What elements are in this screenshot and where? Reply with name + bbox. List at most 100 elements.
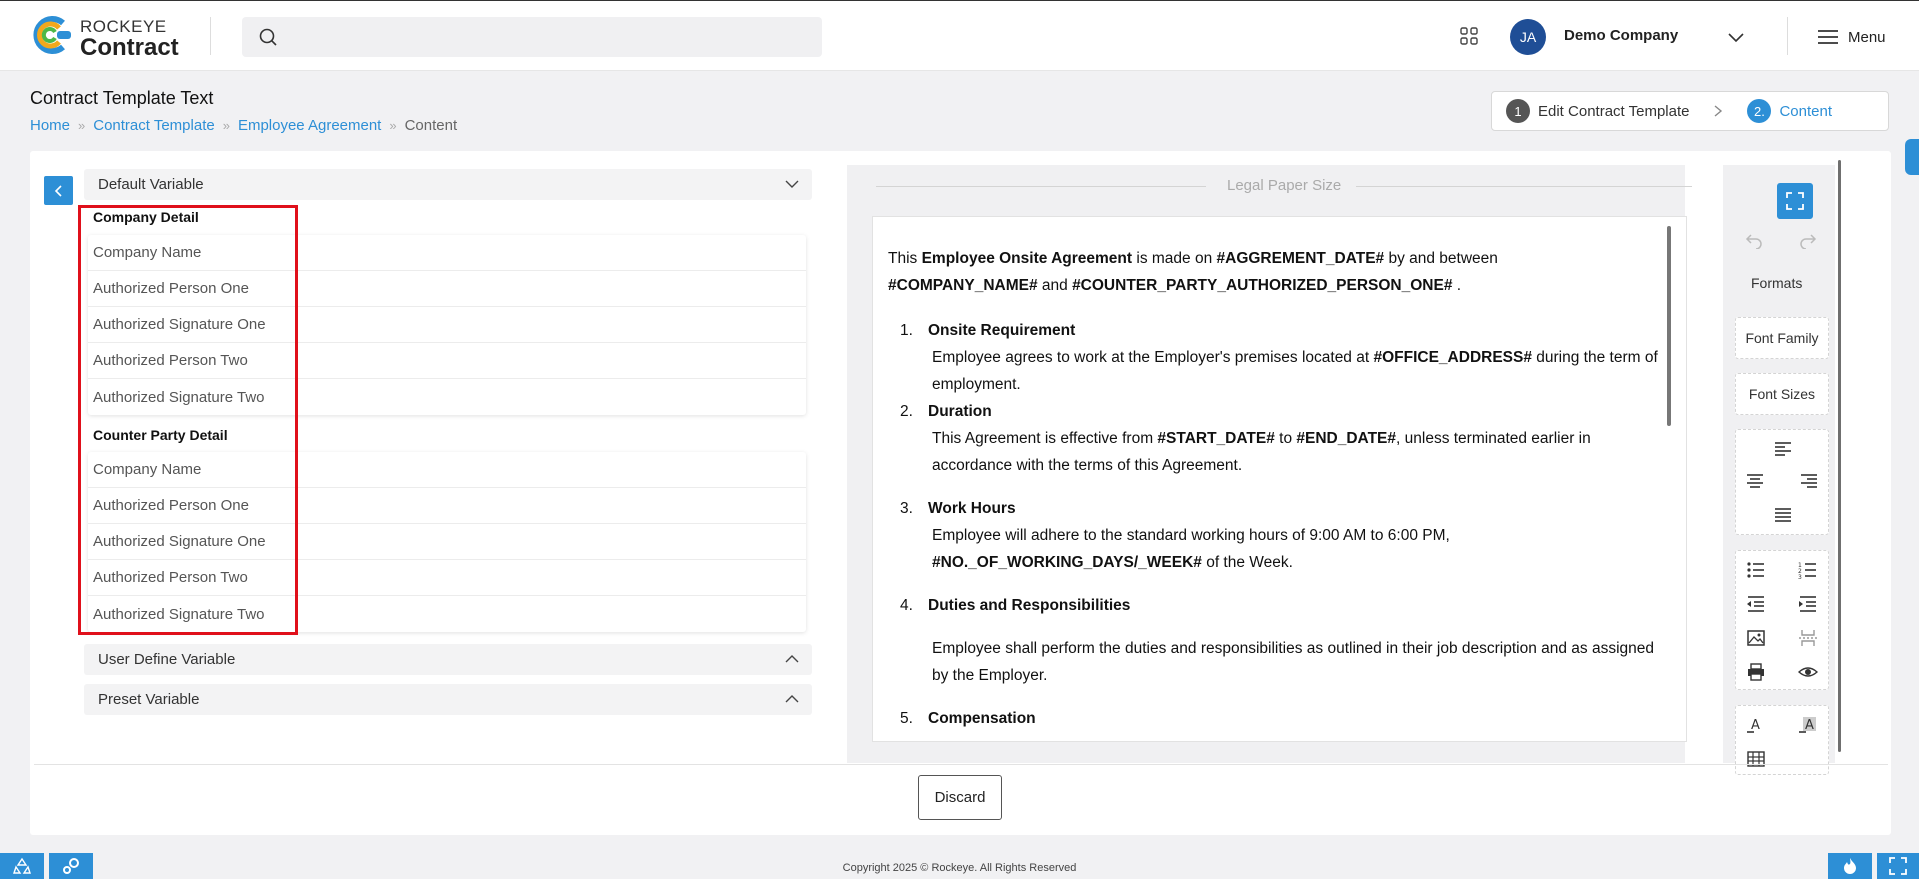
editor-scrollbar[interactable] bbox=[1667, 226, 1671, 426]
discard-button[interactable]: Discard bbox=[918, 775, 1002, 820]
menu-button[interactable]: Menu bbox=[1818, 25, 1886, 49]
align-right-icon[interactable] bbox=[1799, 472, 1819, 490]
clause-title: Onsite Requirement bbox=[928, 322, 1076, 339]
fullscreen-icon bbox=[1786, 192, 1804, 210]
step-content[interactable]: Content bbox=[1779, 103, 1832, 120]
numbered-list-icon[interactable]: 123 bbox=[1798, 561, 1818, 579]
clause-number: 4. bbox=[900, 597, 913, 614]
fullscreen-button[interactable] bbox=[1777, 183, 1813, 219]
align-justify-icon[interactable] bbox=[1773, 506, 1793, 524]
breadcrumb-separator: » bbox=[78, 118, 86, 133]
text: Employee will adhere to the standard wor… bbox=[932, 527, 1450, 544]
clause-body: Employee will adhere to the standard wor… bbox=[916, 522, 1668, 576]
placeholder-variable: #AGGREMENT_DATE# bbox=[1216, 250, 1385, 267]
recycle-icon bbox=[13, 857, 31, 874]
clause-title: Duties and Responsibilities bbox=[928, 597, 1131, 614]
print-icon[interactable] bbox=[1746, 663, 1766, 681]
collapse-panel-button[interactable] bbox=[44, 176, 73, 205]
placeholder-variable: #END_DATE# bbox=[1296, 430, 1397, 447]
search-icon bbox=[259, 28, 277, 46]
clause-title: Compensation bbox=[928, 710, 1036, 727]
side-panel-tab[interactable] bbox=[1905, 139, 1919, 175]
copyright-text: Copyright 2025 © Rockeye. All Rights Res… bbox=[842, 862, 1077, 874]
align-left-icon[interactable] bbox=[1773, 440, 1793, 458]
recycle-button[interactable] bbox=[0, 853, 44, 879]
undo-icon[interactable] bbox=[1745, 231, 1763, 249]
clause-item: 2. Duration This Agreement is effective f… bbox=[900, 398, 1668, 479]
fire-button[interactable] bbox=[1828, 853, 1872, 879]
highlight-color-icon[interactable]: A bbox=[1798, 716, 1818, 734]
redo-icon[interactable] bbox=[1799, 231, 1817, 249]
text: by and between bbox=[1384, 250, 1498, 267]
paper-size-label: Legal Paper Size bbox=[1227, 177, 1342, 194]
document-editor[interactable]: This Employee Onsite Agreement is made o… bbox=[872, 216, 1687, 742]
text: of the Week. bbox=[1201, 554, 1293, 571]
text: to bbox=[1274, 430, 1297, 447]
preview-eye-icon[interactable] bbox=[1798, 663, 1818, 681]
accordion-title: Preset Variable bbox=[98, 691, 200, 708]
indent-icon[interactable] bbox=[1798, 595, 1818, 613]
align-center-icon[interactable] bbox=[1745, 472, 1765, 490]
outdent-icon[interactable] bbox=[1746, 595, 1766, 613]
clause-body: This Agreement is effective from #START_… bbox=[916, 425, 1668, 479]
breadcrumb-home[interactable]: Home bbox=[30, 117, 70, 134]
chevron-down-icon bbox=[785, 180, 799, 188]
divider bbox=[876, 186, 1206, 187]
page-title: Contract Template Text bbox=[30, 88, 214, 108]
alignment-group bbox=[1735, 429, 1829, 535]
clause-item: 1. Onsite Requirement Employee agrees to … bbox=[900, 317, 1668, 398]
expand-button[interactable] bbox=[1877, 853, 1919, 879]
accordion-title: Default Variable bbox=[98, 176, 204, 193]
header-divider bbox=[210, 17, 211, 55]
breadcrumb-employee-agreement[interactable]: Employee Agreement bbox=[238, 117, 381, 134]
accordion-title: User Define Variable bbox=[98, 651, 236, 668]
font-family-label: Font Family bbox=[1745, 330, 1819, 346]
clause-list: 1. Onsite Requirement Employee agrees to … bbox=[900, 317, 1668, 732]
breadcrumb-current: Content bbox=[404, 117, 458, 134]
accordion-preset-variable[interactable]: Preset Variable bbox=[84, 684, 812, 715]
toolbar-scrollbar[interactable] bbox=[1838, 160, 1841, 752]
clause-number: 3. bbox=[900, 500, 913, 517]
clause-body: Employee agrees to work at the Employer'… bbox=[916, 344, 1668, 398]
company-selector-label[interactable]: Demo Company bbox=[1564, 27, 1678, 44]
table-icon[interactable] bbox=[1746, 750, 1766, 768]
font-sizes-label: Font Sizes bbox=[1748, 386, 1816, 402]
text: . bbox=[1452, 277, 1462, 294]
breadcrumb-separator: » bbox=[222, 118, 230, 133]
page-break-icon[interactable] bbox=[1798, 629, 1818, 647]
top-bar: ROCKEYE Contract JA Demo Company Menu bbox=[0, 0, 1919, 71]
text: and bbox=[1037, 277, 1073, 294]
image-icon[interactable] bbox=[1746, 629, 1766, 647]
intro-paragraph: This Employee Onsite Agreement is made o… bbox=[888, 245, 1668, 299]
apps-grid-icon[interactable] bbox=[1460, 27, 1478, 45]
placeholder-variable: #NO._OF_WORKING_DAYS/_WEEK# bbox=[932, 554, 1202, 571]
divider bbox=[1356, 186, 1692, 187]
chevron-left-icon bbox=[54, 184, 62, 197]
settings-button[interactable] bbox=[49, 853, 93, 879]
bullet-list-icon[interactable] bbox=[1746, 561, 1766, 579]
breadcrumb-contract-template[interactable]: Contract Template bbox=[93, 117, 214, 134]
editor-toolbar: Formats Font Family Font Sizes 123 A A bbox=[1723, 165, 1835, 775]
font-sizes-dropdown[interactable]: Font Sizes bbox=[1735, 373, 1829, 415]
document-content[interactable]: This Employee Onsite Agreement is made o… bbox=[888, 245, 1668, 732]
rockeye-logo[interactable] bbox=[29, 15, 73, 55]
font-family-dropdown[interactable]: Font Family bbox=[1735, 317, 1829, 359]
clause-number: 2. bbox=[900, 403, 913, 420]
accordion-user-define-variable[interactable]: User Define Variable bbox=[84, 644, 812, 675]
formats-dropdown[interactable]: Formats bbox=[1751, 275, 1802, 291]
paper-size-row: Legal Paper Size bbox=[876, 176, 1692, 196]
step-edit-contract-template[interactable]: Edit Contract Template bbox=[1538, 103, 1689, 120]
accordion-default-variable[interactable]: Default Variable bbox=[84, 169, 812, 200]
expand-icon bbox=[1889, 857, 1907, 875]
clause-item: 5. Compensation bbox=[900, 705, 1668, 732]
user-avatar[interactable]: JA bbox=[1510, 19, 1546, 55]
chevron-down-icon[interactable] bbox=[1726, 27, 1746, 47]
text: This bbox=[888, 250, 922, 267]
search-input[interactable] bbox=[242, 17, 822, 57]
text-color-icon[interactable]: A bbox=[1746, 716, 1766, 734]
clause-item: 4. Duties and Responsibilities Employee s… bbox=[900, 592, 1668, 689]
